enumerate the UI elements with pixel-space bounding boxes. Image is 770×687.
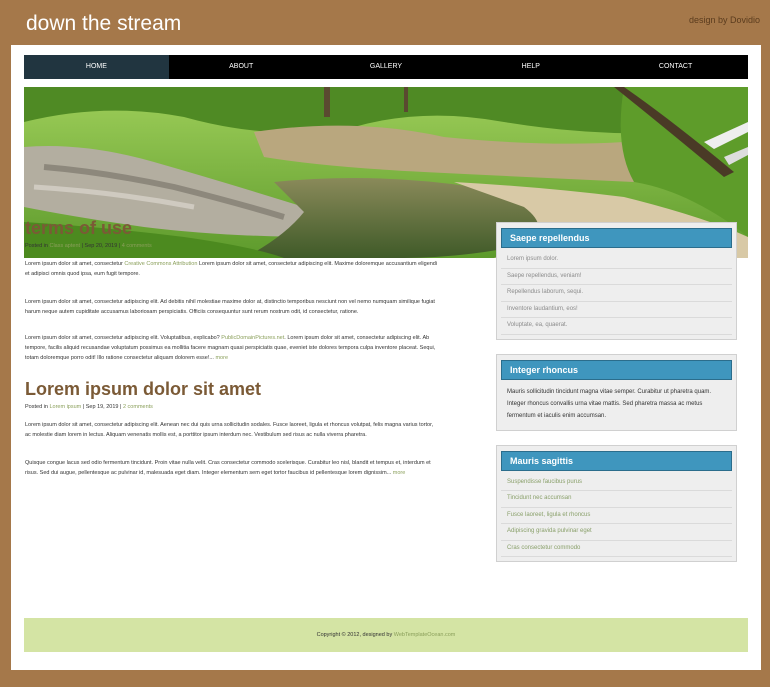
post-lorem-ipsum: Lorem ipsum dolor sit amet Posted in Lor… xyxy=(25,379,440,478)
comments-link[interactable]: 2 comments xyxy=(123,404,153,410)
widget-title: Integer rhoncus xyxy=(501,359,732,380)
widget-integer-rhoncus: Integer rhoncus Mauris sollicitudin tinc… xyxy=(496,353,737,431)
widget-list-item[interactable]: Saepe repellendus, veniam! xyxy=(501,269,732,285)
post-meta: Posted in Class aptent | Sep 20, 2019 | … xyxy=(25,243,440,249)
widget-list-item[interactable]: Fusce laoreet, ligula et rhoncus xyxy=(501,508,732,524)
post-title[interactable]: terms of use xyxy=(25,218,440,239)
widget-list-item[interactable]: Cras consectetur commodo xyxy=(501,541,732,557)
footer: Copyright © 2012, designed by WebTemplat… xyxy=(24,618,748,652)
main-content: terms of use Posted in Class aptent | Se… xyxy=(25,218,440,494)
paragraph-text: Lorem ipsum dolor sit amet, consectetur … xyxy=(25,335,222,341)
widget-title: Mauris sagittis xyxy=(501,450,732,471)
widget-list-item[interactable]: Voluptate, ea, quaerat. xyxy=(501,318,732,335)
footer-link[interactable]: WebTemplateOcean.com xyxy=(394,632,456,638)
paragraph-text: Quisque congue lacus sed odio fermentum … xyxy=(25,460,431,476)
widget-list-item[interactable]: Lorem ipsum dolor. xyxy=(501,252,732,269)
copyright-text: Copyright © 2012, designed by xyxy=(316,632,393,638)
meta-prefix: Posted in xyxy=(25,243,48,249)
inline-link[interactable]: PublicDomainPictures.net xyxy=(221,335,284,341)
main-nav: HOME ABOUT GALLERY HELP CONTACT xyxy=(24,55,748,79)
widget-list: Lorem ipsum dolor. Saepe repellendus, ve… xyxy=(501,252,732,335)
post-paragraph: Lorem ipsum dolor sit amet, consectetur … xyxy=(25,333,440,363)
category-link[interactable]: Class aptent xyxy=(49,243,80,249)
more-link[interactable]: more xyxy=(215,355,228,361)
comments-link[interactable]: 4 comments xyxy=(122,243,152,249)
nav-gallery[interactable]: GALLERY xyxy=(314,55,459,79)
post-meta: Posted in Lorem ipsum | Sep 19, 2019 | 2… xyxy=(25,404,440,410)
widget-list-item[interactable]: Inventore laudantium, eos! xyxy=(501,302,732,318)
paragraph-text: Lorem ipsum dolor sit amet, consectetur … xyxy=(25,422,434,438)
widget-title: Saepe repellendus xyxy=(501,228,732,248)
more-link[interactable]: more xyxy=(393,470,406,476)
widget-list-item[interactable]: Adipiscing gravida pulvinar eget xyxy=(501,524,732,541)
post-paragraph: Lorem ipsum dolor sit amet, consectetur … xyxy=(25,259,440,279)
post-paragraph: Lorem ipsum dolor sit amet, consectetur … xyxy=(25,420,440,440)
widget-list-item[interactable]: Tincidunt nec accumsan xyxy=(501,491,732,508)
meta-prefix: Posted in xyxy=(25,404,48,410)
post-terms-of-use: terms of use Posted in Class aptent | Se… xyxy=(25,218,440,363)
widget-list: Suspendisse faucibus purus Tincidunt nec… xyxy=(501,475,732,557)
widget-mauris-sagittis: Mauris sagittis Suspendisse faucibus pur… xyxy=(496,444,737,562)
nav-about[interactable]: ABOUT xyxy=(169,55,314,79)
widget-list-item[interactable]: Suspendisse faucibus purus xyxy=(501,475,732,491)
category-link[interactable]: Lorem ipsum xyxy=(49,404,81,410)
post-title[interactable]: Lorem ipsum dolor sit amet xyxy=(25,379,440,400)
post-paragraph: Lorem ipsum dolor sit amet, consectetur … xyxy=(25,297,440,317)
nav-home[interactable]: HOME xyxy=(24,55,169,79)
widget-text: Mauris sollicitudin tincidunt magna vita… xyxy=(507,388,712,419)
post-date: | Sep 19, 2019 | xyxy=(82,404,122,410)
widget-saepe-repellendus: Saepe repellendus Lorem ipsum dolor. Sae… xyxy=(496,222,737,340)
design-credit: design by Dovidio xyxy=(688,15,760,25)
inline-link[interactable]: Creative Commons Attribution xyxy=(124,261,197,267)
paragraph-text: Lorem ipsum dolor sit amet, consectetur … xyxy=(25,299,435,315)
nav-contact[interactable]: CONTACT xyxy=(603,55,748,79)
widget-list-item[interactable]: Repellendus laborum, sequi. xyxy=(501,285,732,302)
post-paragraph: Quisque congue lacus sed odio fermentum … xyxy=(25,458,440,478)
nav-help[interactable]: HELP xyxy=(458,55,603,79)
sidebar: Saepe repellendus Lorem ipsum dolor. Sae… xyxy=(496,222,737,576)
post-date: | Sep 20, 2019 | xyxy=(81,243,121,249)
site-title[interactable]: down the stream xyxy=(26,12,181,36)
paragraph-text: Lorem ipsum dolor sit amet, consectetur xyxy=(25,261,125,267)
